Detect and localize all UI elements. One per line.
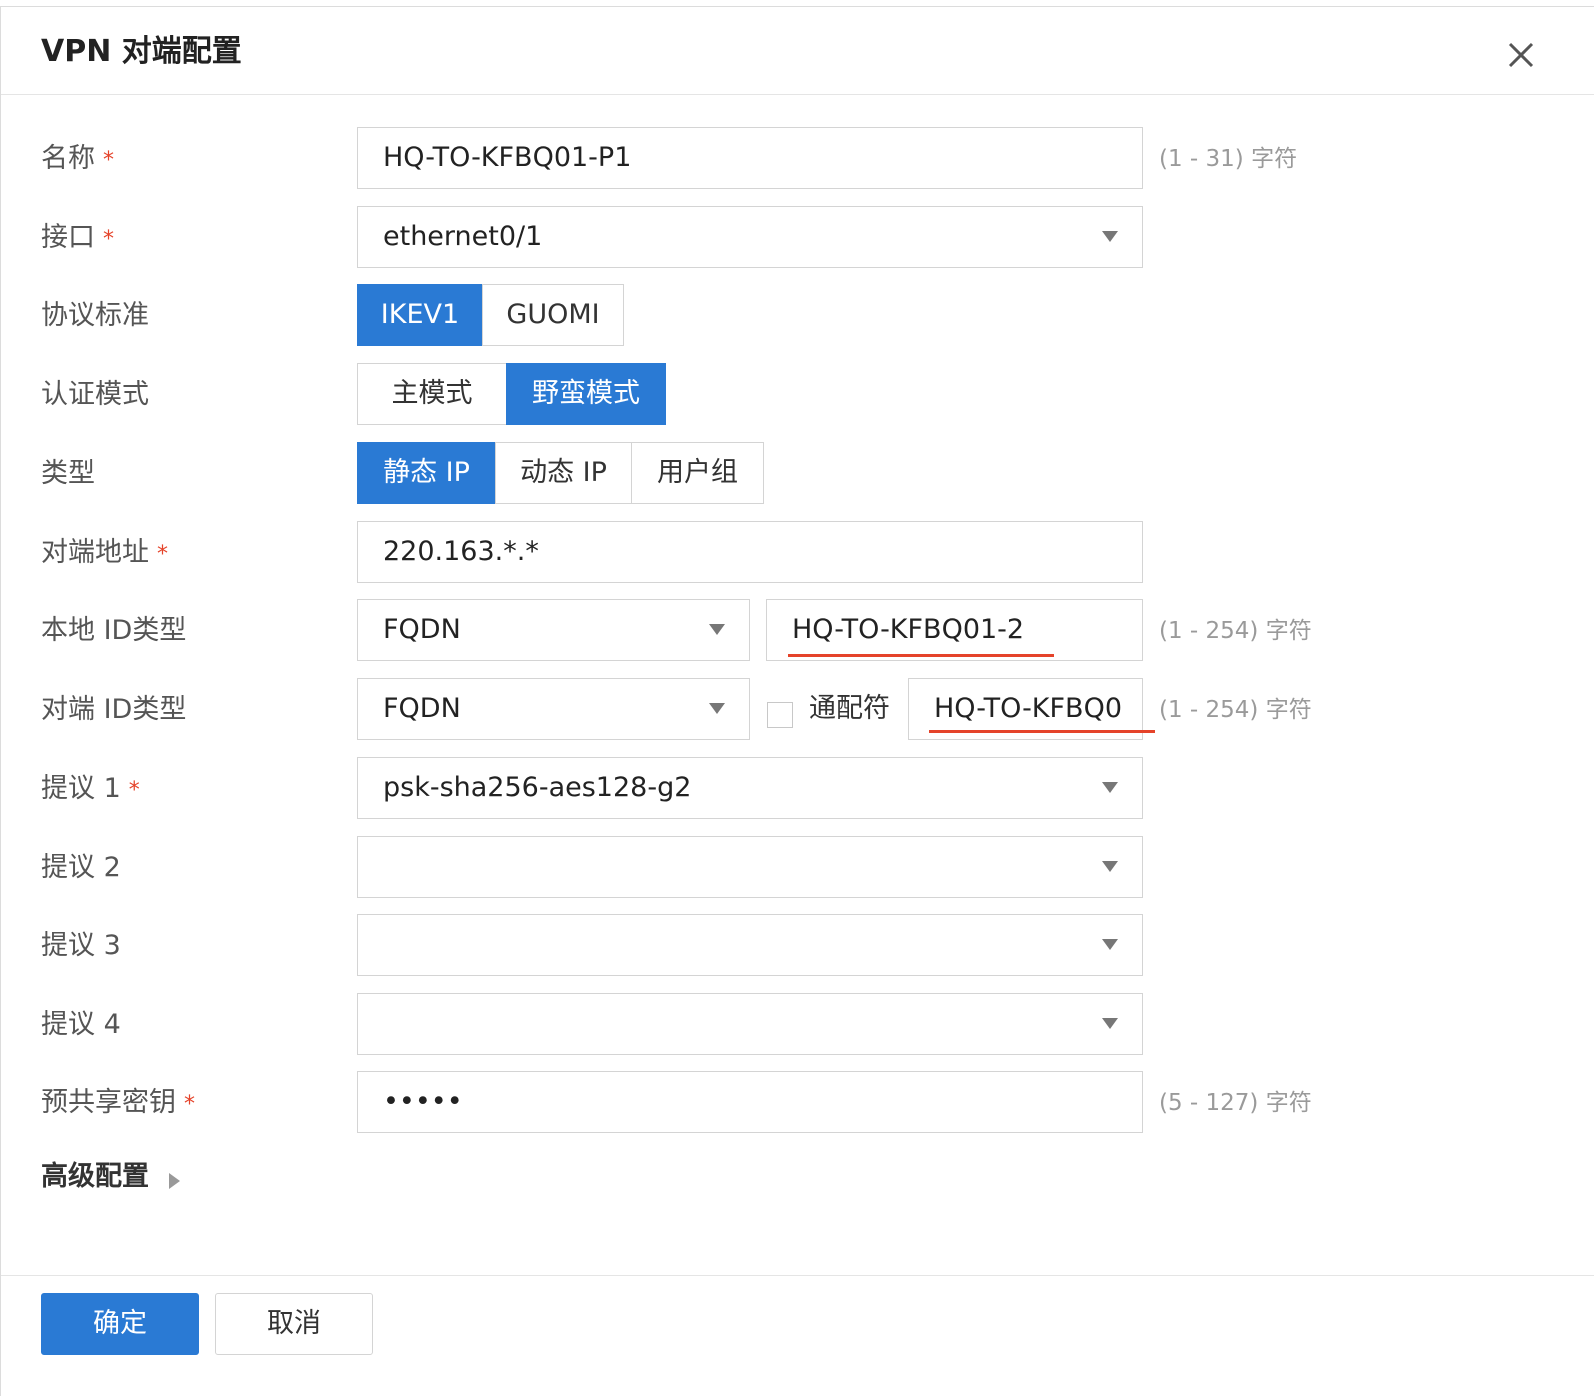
row-peer-address: 对端地址 * 220.163.*.* bbox=[1, 521, 1594, 585]
chevron-down-icon[interactable] bbox=[1102, 939, 1118, 950]
row-local-id: 本地 ID类型 FQDN HQ-TO-KFBQ01-2 (1 - 254) 字符 bbox=[1, 599, 1594, 663]
type-option-user-group[interactable]: 用户组 bbox=[631, 442, 764, 504]
proposal-2-select[interactable] bbox=[357, 836, 1143, 898]
peer-address-input[interactable]: 220.163.*.* bbox=[357, 521, 1143, 583]
psk-label: 预共享密钥 * bbox=[41, 1087, 195, 1118]
annotation-underline bbox=[929, 730, 1155, 733]
wildcard-checkbox[interactable] bbox=[767, 702, 793, 728]
protocol-option-ikev1[interactable]: IKEV1 bbox=[357, 284, 483, 346]
annotation-underline bbox=[788, 654, 1054, 657]
name-label: 名称 * bbox=[41, 143, 114, 174]
interface-select-value: ethernet0/1 bbox=[383, 221, 543, 252]
psk-password-input[interactable]: ••••• bbox=[357, 1071, 1143, 1133]
required-mark: * bbox=[128, 778, 140, 803]
wildcard-label: 通配符 bbox=[809, 693, 890, 724]
required-mark: * bbox=[103, 227, 114, 252]
close-icon[interactable] bbox=[1501, 35, 1541, 75]
type-option-static-ip[interactable]: 静态 IP bbox=[357, 442, 496, 504]
confirm-button[interactable]: 确定 bbox=[41, 1293, 199, 1355]
proposal-4-select[interactable] bbox=[357, 993, 1143, 1055]
advanced-config-toggle[interactable]: 高级配置 bbox=[41, 1157, 149, 1197]
auth-mode-option-aggressive[interactable]: 野蛮模式 bbox=[506, 363, 666, 425]
local-id-type-value: FQDN bbox=[383, 614, 461, 645]
peer-address-label: 对端地址 * bbox=[41, 537, 168, 568]
proposal-1-value: psk-sha256-aes128-g2 bbox=[383, 772, 692, 803]
proposal-2-label: 提议 2 bbox=[41, 852, 121, 883]
psk-hint: (5 - 127) 字符 bbox=[1159, 1090, 1312, 1116]
row-type: 类型 静态 IP 动态 IP 用户组 bbox=[1, 442, 1594, 506]
chevron-down-icon[interactable] bbox=[1102, 1018, 1118, 1029]
proposal-1-select[interactable]: psk-sha256-aes128-g2 bbox=[357, 757, 1143, 819]
local-id-input[interactable]: HQ-TO-KFBQ01-2 bbox=[766, 599, 1143, 661]
row-psk: 预共享密钥 * ••••• (5 - 127) 字符 bbox=[1, 1071, 1594, 1135]
row-proposal-4: 提议 4 bbox=[1, 993, 1594, 1057]
protocol-option-guomi[interactable]: GUOMI bbox=[482, 284, 624, 346]
row-protocol: 协议标准 IKEV1 GUOMI bbox=[1, 284, 1594, 348]
peer-id-type-select[interactable]: FQDN bbox=[357, 678, 750, 740]
required-mark: * bbox=[157, 542, 168, 567]
proposal-3-label: 提议 3 bbox=[41, 930, 121, 961]
dialog-header: VPN 对端配置 bbox=[1, 7, 1594, 95]
row-name: 名称 * HQ-TO-KFBQ01-P1 (1 - 31) 字符 bbox=[1, 127, 1594, 191]
interface-select[interactable]: ethernet0/1 bbox=[357, 206, 1143, 268]
type-option-dynamic-ip[interactable]: 动态 IP bbox=[495, 442, 632, 504]
chevron-down-icon[interactable] bbox=[709, 703, 725, 714]
proposal-3-select[interactable] bbox=[357, 914, 1143, 976]
row-proposal-1: 提议 1 * psk-sha256-aes128-g2 bbox=[1, 757, 1594, 821]
row-interface: 接口 * ethernet0/1 bbox=[1, 206, 1594, 270]
auth-mode-label: 认证模式 bbox=[41, 379, 149, 410]
row-auth-mode: 认证模式 主模式 野蛮模式 bbox=[1, 363, 1594, 427]
required-mark: * bbox=[184, 1092, 195, 1117]
chevron-down-icon[interactable] bbox=[1102, 861, 1118, 872]
protocol-label: 协议标准 bbox=[41, 300, 149, 331]
proposal-1-label: 提议 1 * bbox=[41, 773, 140, 804]
row-peer-id: 对端 ID类型 FQDN 通配符 HQ-TO-KFBQ0 (1 - 254) 字… bbox=[1, 678, 1594, 742]
name-input[interactable]: HQ-TO-KFBQ01-P1 bbox=[357, 127, 1143, 189]
peer-id-type-value: FQDN bbox=[383, 693, 461, 724]
auth-mode-option-main[interactable]: 主模式 bbox=[357, 363, 507, 425]
peer-id-label: 对端 ID类型 bbox=[41, 694, 187, 725]
type-label: 类型 bbox=[41, 458, 95, 489]
proposal-4-label: 提议 4 bbox=[41, 1009, 121, 1040]
required-mark: * bbox=[103, 148, 114, 173]
row-proposal-3: 提议 3 bbox=[1, 914, 1594, 978]
vpn-peer-dialog: VPN 对端配置 名称 * HQ-TO-KFBQ01-P1 (1 - 31) 字符… bbox=[0, 6, 1594, 1396]
peer-id-hint: (1 - 254) 字符 bbox=[1159, 697, 1312, 723]
local-id-label: 本地 ID类型 bbox=[41, 615, 187, 646]
row-proposal-2: 提议 2 bbox=[1, 836, 1594, 900]
chevron-down-icon[interactable] bbox=[709, 624, 725, 635]
dialog-title: VPN 对端配置 bbox=[41, 34, 242, 69]
interface-label: 接口 * bbox=[41, 222, 114, 253]
name-hint: (1 - 31) 字符 bbox=[1159, 146, 1298, 172]
local-id-type-select[interactable]: FQDN bbox=[357, 599, 750, 661]
chevron-down-icon[interactable] bbox=[1102, 782, 1118, 793]
local-id-hint: (1 - 254) 字符 bbox=[1159, 618, 1312, 644]
chevron-down-icon[interactable] bbox=[1102, 231, 1118, 242]
cancel-button[interactable]: 取消 bbox=[215, 1293, 373, 1355]
caret-right-icon[interactable] bbox=[169, 1173, 180, 1189]
